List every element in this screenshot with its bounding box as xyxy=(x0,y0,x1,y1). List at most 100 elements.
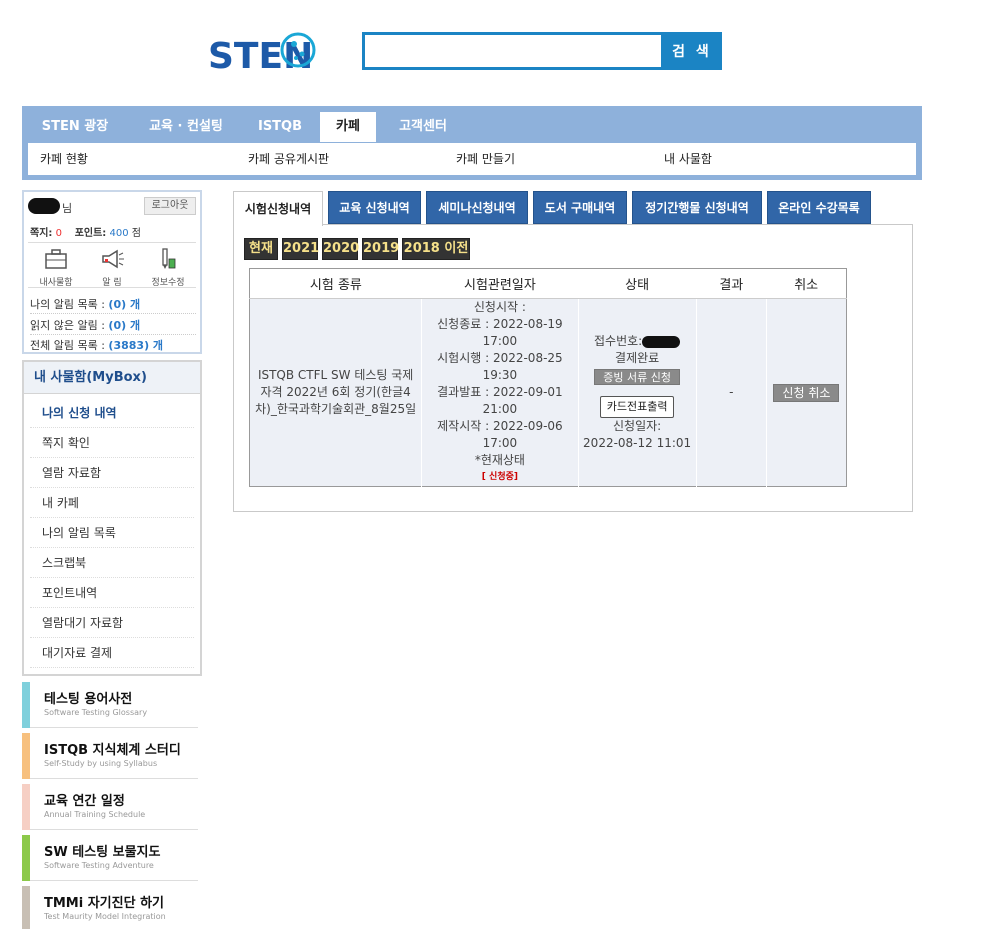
mybox-item-notes[interactable]: 쪽지 확인 xyxy=(30,428,194,458)
table-header-row: 시험 종류 시험관련일자 상태 결과 취소 xyxy=(249,268,847,299)
cancel-application-button[interactable]: 신청 취소 xyxy=(773,383,840,402)
document-request-button[interactable]: 증빙 서류 신청 xyxy=(594,369,680,385)
divider xyxy=(30,313,196,314)
promo-subtitle: Annual Training Schedule xyxy=(44,810,146,819)
promo-subtitle: Self-Study by using Syllabus xyxy=(44,759,158,768)
unread-alert-line[interactable]: 읽지 않은 알림 : (0) 개 xyxy=(30,317,140,333)
promo-title: SW 테스팅 보물지도 xyxy=(44,845,161,860)
point-unit: 점 xyxy=(131,228,141,239)
promo-color-bar xyxy=(22,682,30,728)
search-input[interactable] xyxy=(362,32,664,70)
divider xyxy=(30,334,196,335)
promo-tmmi[interactable]: TMMi 자기진단 하기 Test Maurity Model Integrat… xyxy=(22,886,198,929)
tab-education-applications[interactable]: 교육 신청내역 xyxy=(328,191,421,224)
receipt-line: 접수번호: xyxy=(579,333,696,350)
nav-tab-customer-center[interactable]: 고객센터 xyxy=(386,112,460,142)
nav-tab-cafe[interactable]: 카페 xyxy=(320,112,376,142)
col-result: 결과 xyxy=(696,268,767,299)
mybox-item-my-applications[interactable]: 나의 신청 내역 xyxy=(30,398,194,428)
nav-tab-istqb[interactable]: ISTQB xyxy=(250,112,310,142)
masked-username xyxy=(28,198,60,214)
promo-title: ISTQB 지식체계 스터디 xyxy=(44,743,181,758)
promo-subtitle: Software Testing Glossary xyxy=(44,708,148,717)
alarm-link[interactable]: 알 림 xyxy=(84,243,140,289)
unread-alert-label: 읽지 않은 알림 : xyxy=(30,319,105,332)
search-button[interactable]: 검 색 xyxy=(662,32,722,70)
payment-status: 결제완료 xyxy=(615,351,660,365)
exam-dates-cell: 신청시작 : 신청종료 : 2022-08-19 17:00 시험시행 : 20… xyxy=(421,298,579,487)
nav-subbar: 카페 현황 카페 공유게시판 카페 만들기 내 사물함 xyxy=(28,143,916,175)
mybox-title: 내 사물함(MyBox) xyxy=(24,362,200,394)
locker-link[interactable]: 내사물함 xyxy=(28,243,84,289)
alarm-label: 알 림 xyxy=(102,278,122,288)
mybox-item-scrapbook[interactable]: 스크랩북 xyxy=(30,548,194,578)
tab-seminar-applications[interactable]: 세미나신청내역 xyxy=(426,191,528,224)
year-2020[interactable]: 2020 xyxy=(322,238,359,260)
search-bar: 검 색 xyxy=(362,32,722,70)
edit-info-link[interactable]: 정보수정 xyxy=(140,243,196,289)
date-apply-start: 신청시작 : xyxy=(473,300,526,314)
mybox-item-pending-materials[interactable]: 열람대기 자료함 xyxy=(30,608,194,638)
year-current[interactable]: 현재 xyxy=(244,238,278,260)
promo-title: 테스팅 용어사전 xyxy=(44,692,133,707)
point-value[interactable]: 400 xyxy=(109,228,128,239)
all-alert-count[interactable]: (3883) 개 xyxy=(108,339,163,352)
date-result: 결과발표 : 2022-09-01 21:00 xyxy=(437,385,563,416)
sub-cafe-create[interactable]: 카페 만들기 xyxy=(456,143,515,175)
mybox-item-my-cafe[interactable]: 내 카페 xyxy=(30,488,194,518)
my-alert-label: 나의 알림 목록 : xyxy=(30,298,105,311)
promo-color-bar xyxy=(22,784,30,830)
nav-tab-sten-plaza[interactable]: STEN 광장 xyxy=(30,112,120,142)
sten-logo[interactable]: STEN xyxy=(208,26,316,77)
note-count[interactable]: 0 xyxy=(56,228,62,239)
locker-icon xyxy=(45,249,67,269)
date-exam: 시험시행 : 2022-08-25 19:30 xyxy=(437,351,563,382)
my-alert-line[interactable]: 나의 알림 목록 : (0) 개 xyxy=(30,296,140,312)
promo-treasure-map[interactable]: SW 테스팅 보물지도 Software Testing Adventure xyxy=(22,835,198,881)
point-label: 포인트: xyxy=(74,228,107,239)
tab-book-purchases[interactable]: 도서 구매내역 xyxy=(533,191,627,224)
sub-cafe-status[interactable]: 카페 현황 xyxy=(40,143,88,175)
year-2021[interactable]: 2021 xyxy=(282,238,319,260)
logout-button[interactable]: 로그아웃 xyxy=(144,197,196,215)
masked-receipt-number xyxy=(642,335,681,348)
nav-tab-education[interactable]: 교육 · 컨설팅 xyxy=(134,112,238,142)
applications-table: 시험 종류 시험관련일자 상태 결과 취소 ISTQB CTFL SW 테스팅 … xyxy=(249,268,847,487)
year-2019[interactable]: 2019 xyxy=(362,238,399,260)
mybox-item-my-alerts[interactable]: 나의 알림 목록 xyxy=(30,518,194,548)
unread-alert-count[interactable]: (0) 개 xyxy=(108,319,140,332)
status-cell: 접수번호: 결제완료 증빙 서류 신청 카드전표출력 신청일자: 2022-08… xyxy=(578,298,697,487)
date-production: 제작시작 : 2022-09-06 17:00 xyxy=(437,419,563,450)
cancel-cell: 신청 취소 xyxy=(766,298,847,487)
edit-info-label: 정보수정 xyxy=(151,278,185,288)
note-point-line: 쪽지: 0 포인트: 400 점 xyxy=(30,224,141,239)
tab-periodical-applications[interactable]: 정기간행물 신청내역 xyxy=(632,191,762,224)
content-panel: 현재 2021 2020 2019 2018 이전 시험 종류 시험관련일자 상… xyxy=(233,224,913,512)
mybox-item-pending-payment[interactable]: 대기자료 결제 xyxy=(30,638,194,668)
card-receipt-print-button[interactable]: 카드전표출력 xyxy=(599,396,675,418)
year-2018-before[interactable]: 2018 이전 xyxy=(402,238,470,260)
exam-name[interactable]: ISTQB CTFL SW 테스팅 국제자격 2022년 6회 정기(한글4차)… xyxy=(255,368,416,416)
col-exam-type: 시험 종류 xyxy=(249,268,422,299)
tab-online-courses[interactable]: 온라인 수강목록 xyxy=(767,191,871,224)
sub-my-locker[interactable]: 내 사물함 xyxy=(664,143,712,175)
col-exam-dates: 시험관련일자 xyxy=(421,268,579,299)
mybox-item-points[interactable]: 포인트내역 xyxy=(30,578,194,608)
promo-glossary[interactable]: 테스팅 용어사전 Software Testing Glossary xyxy=(22,682,198,728)
all-alert-line[interactable]: 전체 알림 목록 : (3883) 개 xyxy=(30,337,163,353)
mybox-item-viewed-materials[interactable]: 열람 자료함 xyxy=(30,458,194,488)
promo-istqb-study[interactable]: ISTQB 지식체계 스터디 Self-Study by using Sylla… xyxy=(22,733,198,779)
promo-title: 교육 연간 일정 xyxy=(44,794,125,809)
exam-name-cell: ISTQB CTFL SW 테스팅 국제자격 2022년 6회 정기(한글4차)… xyxy=(249,298,423,487)
sub-cafe-board[interactable]: 카페 공유게시판 xyxy=(248,143,329,175)
promo-color-bar xyxy=(22,886,30,929)
receipt-label: 접수번호: xyxy=(594,334,643,348)
all-alert-label: 전체 알림 목록 : xyxy=(30,339,105,352)
promo-training-schedule[interactable]: 교육 연간 일정 Annual Training Schedule xyxy=(22,784,198,830)
tab-exam-applications[interactable]: 시험신청내역 xyxy=(233,191,323,226)
my-alert-count[interactable]: (0) 개 xyxy=(108,298,140,311)
promo-subtitle: Test Maurity Model Integration xyxy=(44,912,166,921)
current-status: [ 신청중] xyxy=(481,472,518,482)
promo-color-bar xyxy=(22,835,30,881)
name-suffix: 님 xyxy=(62,202,73,215)
